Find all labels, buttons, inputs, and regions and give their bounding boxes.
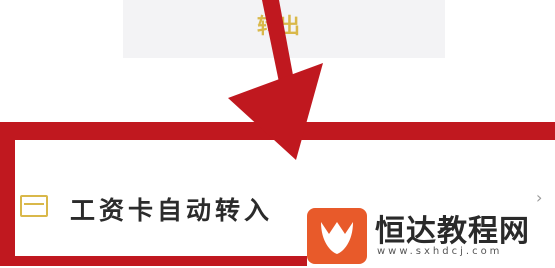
- arrow-head: [228, 63, 323, 160]
- watermark-title: 恒达教程网: [375, 214, 530, 249]
- watermark-url: www.sxhdcj.com: [377, 246, 503, 257]
- watermark-logo: [307, 208, 367, 264]
